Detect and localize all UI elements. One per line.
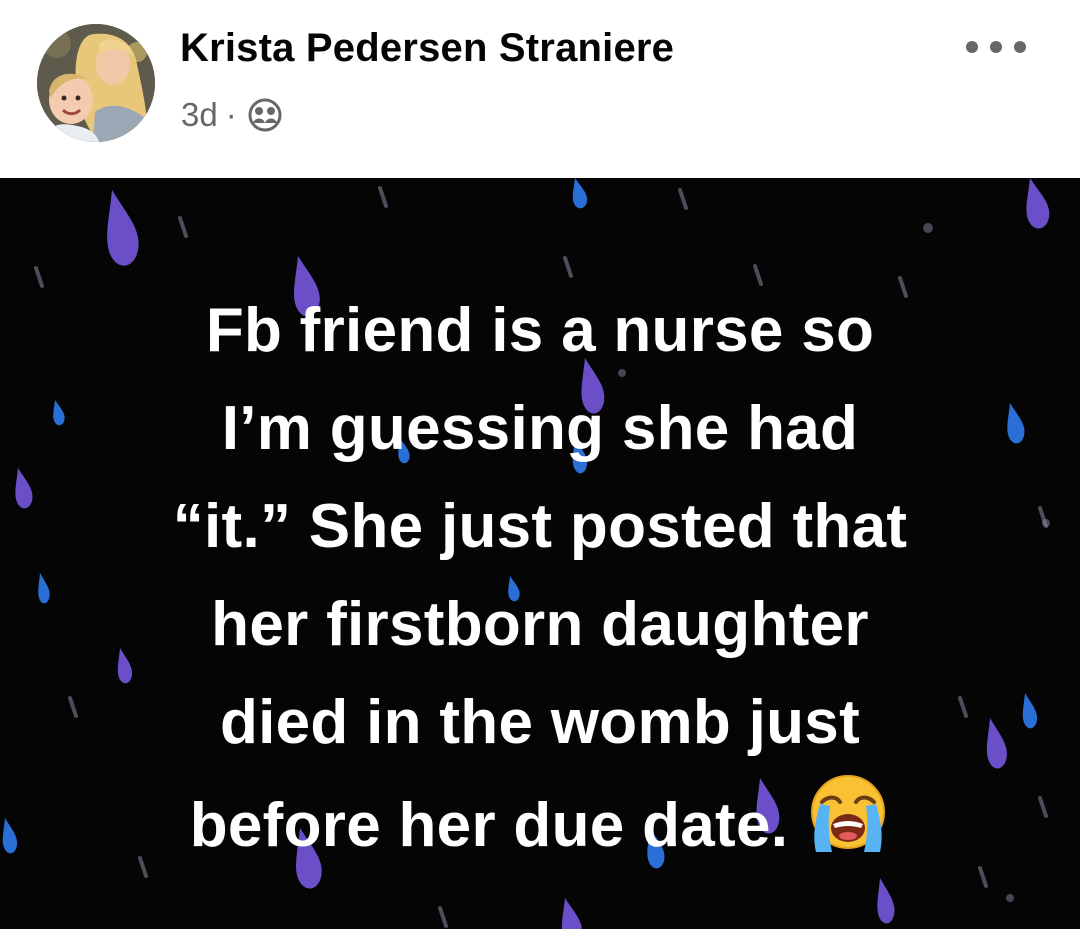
author-name[interactable]: Krista Pedersen Straniere [180,26,674,71]
post-text-line: Fb friend is a nurse so [205,296,875,365]
post-text-line: died in the womb just [219,688,861,757]
more-options-icon[interactable] [966,32,1026,62]
meta-separator: · [225,96,237,133]
post-meta: 3d · [181,93,283,137]
post-text-line: her firstborn daughter [211,590,869,659]
more-dot [966,41,978,53]
post-text-last-line: before her due date. [60,772,1020,875]
friends-icon[interactable] [247,97,283,133]
post-text-line: “it.” She just posted that [172,492,908,561]
author-avatar[interactable] [37,24,155,142]
more-dot [1014,41,1026,53]
loudly-crying-face-emoji [806,772,890,856]
post-text-line: I’m guessing she had [221,394,859,463]
post-text: Fb friend is a nurse so I’m guessing she… [60,282,1020,875]
post-timestamp[interactable]: 3d [181,96,218,134]
post-header: Krista Pedersen Straniere 3d · [0,0,1080,178]
post-background: Fb friend is a nurse so I’m guessing she… [0,178,1080,929]
post-text-line: before her due date. [189,791,789,860]
more-dot [990,41,1002,53]
